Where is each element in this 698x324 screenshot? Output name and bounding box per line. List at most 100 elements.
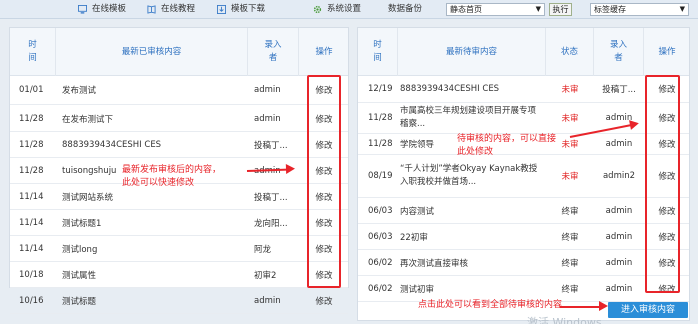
row-time: 06/02 [368,283,393,294]
row-time: 11/28 [19,113,44,124]
status-badge: 终审 [561,284,579,295]
arrow-head-icon [599,301,608,311]
pending-content-panel: 时间 最新待审内容 状态 录入者 操作 12/19 8883939434CESHI… [357,27,690,321]
column-header-author: 录入者 [248,28,299,76]
column-header-time: 时间 [358,28,398,76]
cache-select-value: 标签缓存 [594,5,626,14]
table-row: 06/02 再次测试直接审核 终审 admin 修改 [358,250,689,276]
row-author: admin [605,283,633,294]
table-row: 08/19 “千人计划”学者Okyay Kaynak教授入职我校并做首场... 未审… [358,155,689,198]
row-title-link[interactable]: 测试初审 [400,276,540,301]
row-time: 06/02 [368,257,393,268]
row-author: 龙向阳... [254,218,288,229]
status-badge: 终审 [561,232,579,243]
cache-select[interactable]: 标签缓存 ▼ [590,3,689,16]
bottom-annotation-note: 点击此处可以看到全部待审核的内容 [418,300,563,310]
row-author: admin [605,231,633,242]
table-row: 11/14 测试标题1 龙向阳... 修改 [10,210,348,236]
column-header-author: 录入者 [594,28,644,76]
row-author: 投稿丁... [602,85,636,95]
row-title-link[interactable]: 内容测试 [400,198,540,223]
row-time: 11/28 [19,139,44,150]
row-title-link[interactable]: 市属高校三年规划建设项目开展专项稽察... [400,103,540,133]
table-row: 10/18 测试属性 初审2 修改 [10,262,348,288]
table-row: 01/01 发布测试 admin 修改 [10,76,348,105]
toolbar-item-label: 在线教程 [161,4,196,14]
row-time: 10/16 [19,295,44,306]
toolbar-item-label: 系统设置 [327,4,362,14]
row-title-link[interactable]: 22初审 [400,224,540,249]
page-select[interactable]: 静态首页 ▼ [446,3,545,16]
chevron-down-icon: ▼ [535,5,541,13]
table-header: 时间 最新待审内容 状态 录入者 操作 [358,28,689,76]
table-row: 11/14 测试long 阿龙 修改 [10,236,348,262]
table-row: 11/28 市属高校三年规划建设项目开展专项稽察... 未审 admin 修改 [358,103,689,134]
row-title-link[interactable]: 再次测试直接审核 [400,250,540,275]
status-badge: 未审 [561,85,579,95]
row-author: admin [254,85,281,95]
column-header-action: 操作 [315,46,333,57]
row-title-link[interactable]: “千人计划”学者Okyay Kaynak教授入职我校并做首场... [400,155,540,197]
row-time: 11/14 [19,191,44,202]
row-title-link[interactable]: 测试标题 [62,288,246,313]
row-title-link[interactable]: 测试long [62,236,246,261]
row-title-link[interactable]: 8883939434CESHI CES [400,76,540,102]
row-time: 11/14 [19,243,44,254]
row-time: 08/19 [368,171,393,181]
left-annotation-note: 最新发布审核后的内容， 此处可以快速修改 [122,165,222,188]
column-header-title: 最新已审核内容 [56,28,248,76]
gear-icon [313,5,322,14]
row-author: admin [254,113,281,124]
left-action-highlight [307,75,341,288]
row-time: 06/03 [368,231,393,242]
row-title-link[interactable]: 在发布测试下 [62,106,246,131]
row-author: 投稿丁... [254,140,288,151]
table-header: 时间 最新已审核内容 录入者 操作 [10,28,348,76]
row-time: 11/28 [19,165,44,176]
table-row: 11/28 8883939434CESHI CES 投稿丁... 修改 [10,132,348,158]
monitor-icon [78,5,87,14]
execute-button[interactable]: 执行 [549,3,572,16]
edit-button[interactable]: 修改 [299,288,349,313]
page-select-value: 静态首页 [450,5,482,14]
status-badge: 终审 [561,206,579,217]
row-time: 10/18 [19,269,44,280]
table-row: 12/19 8883939434CESHI CES 未审 投稿丁... 修改 [358,76,689,103]
toolbar-item-label: 数据备份 [388,4,423,14]
row-title-link[interactable]: 测试标题1 [62,210,246,235]
right-action-highlight [645,75,680,293]
windows-activation-watermark: 激活 Windows [527,316,602,324]
row-time: 11/28 [368,113,393,123]
row-time: 11/28 [368,139,393,149]
column-header-status: 状态 [546,28,594,76]
column-header-time: 时间 [10,28,56,76]
status-badge: 未审 [561,172,579,182]
right-annotation-note: 待审核的内容，可以直接 此处修改 [457,134,557,157]
row-author: 阿龙 [254,244,272,255]
bottom-annotation-arrow [560,306,600,308]
arrow-head-icon [629,118,640,130]
table-row: 10/16 测试标题 admin 修改 [10,288,348,314]
top-toolbar: 在线模板 在线教程 模板下载 系统设置 数据备份 静态首页 ▼ 执行 标签缓存 … [0,0,698,19]
row-title-link[interactable]: 测试属性 [62,262,246,287]
row-author: admin [254,295,281,306]
row-author: admin [605,205,633,216]
column-header-title: 最新待审内容 [398,28,546,76]
table-row: 11/28 在发布测试下 admin 修改 [10,106,348,132]
column-header-action: 操作 [658,46,676,57]
toolbar-item-label: 模板下载 [231,4,266,14]
book-icon [147,5,156,14]
table-row: 06/03 内容测试 终审 admin 修改 [358,198,689,224]
row-time: 01/01 [19,85,44,95]
row-time: 11/14 [19,217,44,228]
row-author: admin2 [602,171,636,181]
row-time: 12/19 [368,84,393,94]
reviewed-content-panel: 时间 最新已审核内容 录入者 操作 01/01 发布测试 admin 修改 11/28 在… [9,27,349,314]
table-row: 06/03 22初审 终审 admin 修改 [358,224,689,250]
row-author: admin [605,257,633,268]
row-title-link[interactable]: 发布测试 [62,76,246,104]
chevron-down-icon: ▼ [679,5,685,13]
row-title-link[interactable]: 8883939434CESHI CES [62,132,246,157]
row-author: admin [605,139,633,149]
enter-review-button[interactable]: 进入审核内容 [608,302,688,318]
